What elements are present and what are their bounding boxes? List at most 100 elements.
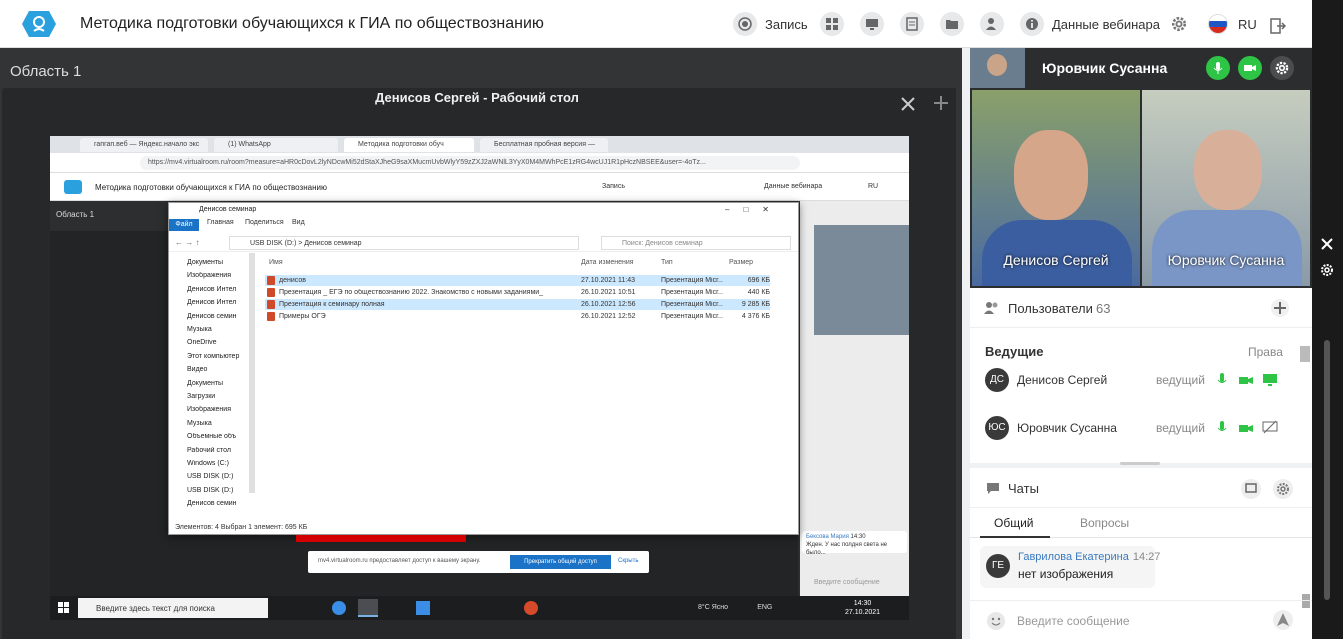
files-button[interactable] [940, 12, 964, 36]
column-header-name[interactable]: Имя [269, 259, 283, 266]
sidebar-folder[interactable]: Рабочий стол [187, 447, 251, 454]
browser-tab[interactable]: (1) WhatsApp [214, 138, 338, 152]
inner-chat-input[interactable]: Введите сообщение [814, 579, 880, 586]
camera-icon[interactable] [1238, 420, 1254, 436]
window-controls[interactable]: –□✕ [725, 205, 783, 214]
settings-button[interactable] [1167, 12, 1191, 36]
file-type: Презентация Micr... [661, 277, 723, 284]
taskbar-search[interactable]: Введите здесь текст для поиска [78, 598, 268, 618]
video-label: Денисов Сергей [1003, 252, 1109, 268]
explorer-file-list: Имя Дата изменения Тип Размер денисов 27.… [261, 253, 791, 523]
screen-share-button[interactable] [860, 12, 884, 36]
ribbon-tab-file[interactable]: Файл [169, 219, 199, 231]
emoji-icon[interactable] [986, 611, 1006, 631]
user-settings-button[interactable] [1270, 56, 1294, 80]
sidebar-folder[interactable]: Windows (C:) [187, 460, 251, 467]
sidebar-folder[interactable]: Объемные объ [187, 433, 251, 440]
hide-button[interactable]: Скрыть [618, 558, 638, 564]
url-field[interactable]: https://mv4.virtualroom.ru/room?measure=… [140, 156, 800, 170]
explorer-path[interactable]: USB DISK (D:) > Денисов семинар [229, 236, 579, 250]
users-scrollbar[interactable] [1300, 346, 1310, 362]
exit-button[interactable] [1270, 14, 1286, 38]
record-button[interactable]: Запись [733, 12, 808, 36]
table-row[interactable]: Примеры ОГЭ 26.10.2021 12:52 Презентация M… [265, 311, 770, 322]
ribbon-tab-share[interactable]: Поделиться [245, 219, 284, 226]
powerpoint-icon[interactable] [524, 601, 538, 615]
tab-general[interactable]: Общий [994, 516, 1034, 530]
sidebar-folder[interactable]: USB DISK (D:) [187, 487, 251, 494]
inner-chat-text: Жден. У нас полдня света не было... [806, 542, 888, 556]
language-button[interactable]: RU [1208, 12, 1257, 36]
mic-button[interactable] [1206, 56, 1230, 80]
resize-handle[interactable] [1120, 462, 1160, 465]
webinar-info-button[interactable]: Данные вебинара [1020, 12, 1160, 36]
table-row[interactable]: Презентация _ ЕГЭ по обществознанию 2022… [265, 287, 770, 298]
user-row[interactable]: ЮС Юровчик Сусанна ведущий [970, 408, 1312, 448]
browser-tab[interactable]: Бесплатная пробная версия — [480, 138, 608, 152]
sidebar-folder[interactable]: Видео [187, 366, 251, 373]
hosts-label: Ведущие [985, 344, 1044, 359]
stop-sharing-button[interactable]: Прекратить общий доступ [510, 555, 611, 569]
microphone-icon[interactable] [1214, 420, 1230, 436]
sidebar-scrollbar[interactable] [249, 253, 255, 493]
sidebar-folder[interactable]: Документы [187, 380, 251, 387]
sidebar-folder[interactable]: OneDrive [187, 339, 251, 346]
ribbon-tab-view[interactable]: Вид [292, 219, 305, 226]
avatar: ДС [985, 368, 1009, 392]
close-icon[interactable] [1319, 236, 1335, 252]
sidebar-folder[interactable]: Денисов семин [187, 313, 251, 320]
browser-tab[interactable]: гапгап.веб — Яндекс.начало экс [80, 138, 208, 152]
add-panel-icon[interactable] [932, 94, 950, 112]
file-date: 26.10.2021 10:51 [581, 289, 636, 296]
windows-start-icon[interactable] [58, 602, 69, 613]
webinar-info-label: Данные вебинара [1052, 16, 1160, 32]
document-icon [900, 12, 924, 36]
column-header-type[interactable]: Тип [661, 259, 673, 266]
screen-share-icon[interactable] [1262, 372, 1278, 388]
participants-button[interactable] [980, 12, 1004, 36]
ribbon-tab-home[interactable]: Главная [207, 219, 234, 226]
active-tab-indicator [980, 536, 1050, 538]
sidebar-folder[interactable]: Денисов Интел [187, 299, 251, 306]
gear-icon[interactable] [1272, 478, 1294, 500]
sidebar-folder[interactable]: Этот компьютер [187, 353, 251, 360]
layout-button[interactable] [820, 12, 844, 36]
gear-icon[interactable] [1319, 262, 1335, 278]
add-user-icon[interactable] [1270, 298, 1290, 318]
video-tile[interactable]: Денисов Сергей [972, 90, 1140, 286]
chat-options-icon[interactable] [1240, 478, 1262, 500]
sidebar-folder[interactable]: Изображения [187, 406, 251, 413]
mail-icon[interactable] [416, 601, 430, 615]
user-row[interactable]: ДС Денисов Сергей ведущий [970, 360, 1312, 400]
explorer-search[interactable]: Поиск: Денисов семинар [601, 236, 791, 250]
screen-share-off-icon[interactable] [1262, 420, 1278, 436]
sidebar-folder[interactable]: Денисов семин [187, 500, 251, 507]
microphone-icon[interactable] [1214, 372, 1230, 388]
sidebar-folder[interactable]: Денисов Интел [187, 286, 251, 293]
tab-questions[interactable]: Вопросы [1080, 516, 1129, 530]
explorer-taskbar-icon[interactable] [358, 599, 378, 617]
sidebar-folder[interactable]: Изображения [187, 272, 251, 279]
table-row[interactable]: Презентация к семинару полная 26.10.2021 … [265, 299, 770, 310]
sidebar-folder[interactable]: Загрузки [187, 393, 251, 400]
table-row[interactable]: денисов 27.10.2021 11:43 Презентация Micr.… [265, 275, 770, 286]
sidebar-folder[interactable]: USB DISK (D:) [187, 473, 251, 480]
chat-input[interactable]: Введите сообщение [1017, 614, 1130, 628]
video-tile[interactable]: Юровчик Сусанна [1142, 90, 1310, 286]
camera-button[interactable] [1238, 56, 1262, 80]
taskbar-clock[interactable]: 14:30 27.10.2021 [845, 599, 880, 617]
column-header-size[interactable]: Размер [729, 259, 753, 266]
presentation-button[interactable] [900, 12, 924, 36]
keyboard-lang[interactable]: ENG [757, 604, 772, 611]
edge-icon[interactable] [332, 601, 346, 615]
browser-tab-active[interactable]: Методика подготовки обуч [344, 138, 474, 152]
page-scrollbar[interactable] [1324, 340, 1330, 600]
sidebar-folder[interactable]: Документы [187, 259, 251, 266]
nav-arrows-icon[interactable]: ← → ↑ [175, 238, 199, 247]
sidebar-folder[interactable]: Музыка [187, 420, 251, 427]
camera-icon[interactable] [1238, 372, 1254, 388]
send-icon[interactable] [1272, 609, 1294, 631]
close-icon[interactable] [900, 96, 916, 112]
sidebar-folder[interactable]: Музыка [187, 326, 251, 333]
column-header-date[interactable]: Дата изменения [581, 259, 634, 266]
